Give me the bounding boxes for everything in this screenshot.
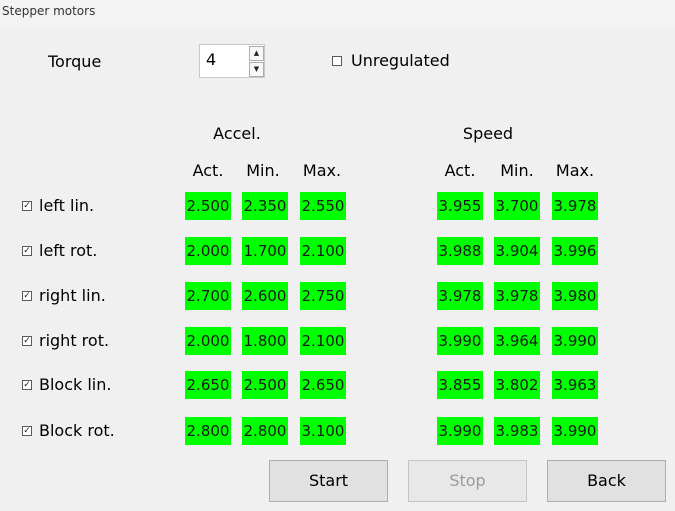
row-checkbox-left-rot[interactable]: ✓ (22, 246, 32, 256)
accel-act-header: Act. (192, 161, 224, 180)
accel-max-value: 2.100 (300, 237, 346, 265)
accel-max-value: 2.100 (300, 327, 346, 355)
accel-act-value: 2.800 (185, 417, 231, 445)
accel-act-value: 2.000 (185, 327, 231, 355)
accel-min-value: 2.350 (242, 192, 288, 220)
accel-max-value: 2.550 (300, 192, 346, 220)
speed-min-value: 3.904 (494, 237, 540, 265)
row-checkbox-right-rot[interactable]: ✓ (22, 336, 32, 346)
speed-act-value: 3.990 (437, 327, 483, 355)
spinner-down-button[interactable]: ▼ (249, 62, 264, 77)
row-checkbox-left-lin[interactable]: ✓ (22, 201, 32, 211)
accel-max-value: 2.650 (300, 371, 346, 399)
accel-min-value: 1.700 (242, 237, 288, 265)
accel-min-value: 2.600 (242, 282, 288, 310)
speed-act-header: Act. (444, 161, 476, 180)
speed-max-header: Max. (555, 161, 595, 180)
speed-min-value: 3.983 (494, 417, 540, 445)
spinner-up-button[interactable]: ▲ (249, 46, 264, 61)
row-label-left-rot: left rot. (39, 241, 98, 260)
speed-act-value: 3.978 (437, 282, 483, 310)
speed-act-value: 3.955 (437, 192, 483, 220)
row-checkbox-right-lin[interactable]: ✓ (22, 291, 32, 301)
accel-max-header: Max. (302, 161, 342, 180)
speed-min-value: 3.802 (494, 371, 540, 399)
speed-min-value: 3.978 (494, 282, 540, 310)
row-label-left-lin: left lin. (39, 196, 95, 215)
speed-max-value: 3.963 (552, 371, 598, 399)
accel-header: Accel. (213, 124, 261, 143)
accel-min-header: Min. (246, 161, 280, 180)
unregulated-checkbox[interactable] (332, 56, 342, 66)
speed-header: Speed (462, 124, 514, 143)
speed-max-value: 3.978 (552, 192, 598, 220)
speed-min-value: 3.700 (494, 192, 540, 220)
stop-button[interactable]: Stop (408, 460, 527, 502)
accel-act-value: 2.650 (185, 371, 231, 399)
torque-value[interactable]: 4 (206, 50, 216, 70)
row-checkbox-block-lin[interactable]: ✓ (22, 380, 32, 390)
speed-act-value: 3.855 (437, 371, 483, 399)
speed-act-value: 3.988 (437, 237, 483, 265)
accel-max-value: 3.100 (300, 417, 346, 445)
speed-max-value: 3.990 (552, 327, 598, 355)
accel-act-value: 2.700 (185, 282, 231, 310)
start-button[interactable]: Start (269, 460, 388, 502)
row-label-block-rot: Block rot. (39, 421, 115, 440)
window-title: Stepper motors (0, 0, 675, 26)
back-button[interactable]: Back (547, 460, 666, 502)
row-checkbox-block-rot[interactable]: ✓ (22, 426, 32, 436)
speed-min-header: Min. (500, 161, 534, 180)
row-label-block-lin: Block lin. (39, 375, 112, 394)
accel-min-value: 1.800 (242, 327, 288, 355)
accel-max-value: 2.750 (300, 282, 346, 310)
speed-max-value: 3.980 (552, 282, 598, 310)
speed-act-value: 3.990 (437, 417, 483, 445)
speed-max-value: 3.990 (552, 417, 598, 445)
accel-act-value: 2.000 (185, 237, 231, 265)
speed-max-value: 3.996 (552, 237, 598, 265)
row-label-right-rot: right rot. (39, 331, 110, 350)
unregulated-label: Unregulated (351, 51, 450, 70)
accel-min-value: 2.800 (242, 417, 288, 445)
torque-label: Torque (48, 52, 102, 71)
row-label-right-lin: right lin. (39, 286, 106, 305)
accel-min-value: 2.500 (242, 371, 288, 399)
speed-min-value: 3.964 (494, 327, 540, 355)
accel-act-value: 2.500 (185, 192, 231, 220)
